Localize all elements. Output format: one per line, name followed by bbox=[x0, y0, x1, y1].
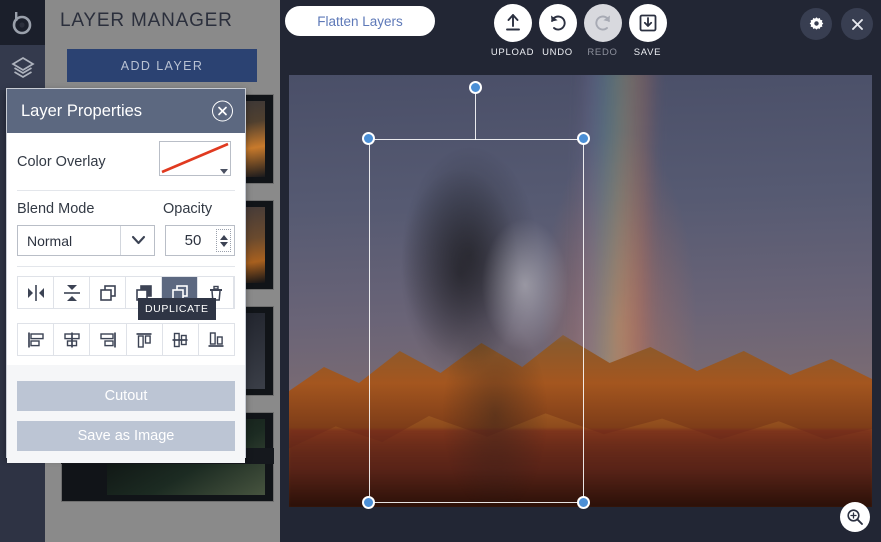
align-middle-icon bbox=[172, 332, 188, 347]
select-divider bbox=[120, 226, 121, 255]
zoom-in-icon bbox=[847, 509, 863, 525]
save-button[interactable]: SAVE bbox=[625, 4, 670, 58]
dialog-actions: Cutout Save as Image bbox=[7, 365, 245, 463]
resize-handle-top-right[interactable] bbox=[577, 132, 590, 145]
upload-button[interactable]: UPLOAD bbox=[490, 4, 535, 58]
blend-mode-value: Normal bbox=[27, 232, 73, 249]
transform-tool-row: DUPLICATE bbox=[17, 276, 235, 320]
upload-icon bbox=[493, 4, 532, 42]
gear-icon bbox=[809, 16, 823, 30]
zoom-in-button[interactable] bbox=[840, 502, 870, 532]
window-controls bbox=[800, 8, 873, 40]
align-top-icon bbox=[136, 332, 152, 348]
align-bottom-button[interactable] bbox=[198, 324, 235, 355]
stepper-arrows[interactable] bbox=[216, 229, 231, 252]
color-overlay-label: Color Overlay bbox=[17, 153, 106, 170]
stepper-down-icon[interactable] bbox=[219, 241, 228, 247]
align-center-horizontal-icon bbox=[64, 332, 80, 347]
undo-button[interactable]: UNDO bbox=[535, 4, 580, 58]
add-layer-button[interactable]: ADD LAYER bbox=[67, 49, 257, 82]
dialog-title: Layer Properties bbox=[21, 101, 143, 120]
redo-icon bbox=[583, 4, 622, 42]
rotate-handle[interactable] bbox=[469, 81, 482, 94]
brand-logo-icon bbox=[0, 0, 45, 45]
flip-horizontal-button[interactable] bbox=[18, 277, 54, 308]
settings-button[interactable] bbox=[800, 8, 832, 40]
flatten-layers-button[interactable]: Flatten Layers bbox=[285, 6, 435, 36]
align-right-button[interactable] bbox=[90, 324, 127, 355]
redo-button[interactable]: REDO bbox=[580, 4, 625, 58]
top-toolbar: Flatten Layers UPLOAD UNDO REDO SAVE bbox=[280, 0, 881, 75]
toolbar-label: SAVE bbox=[633, 47, 662, 58]
align-middle-button[interactable] bbox=[162, 324, 199, 355]
close-button[interactable] bbox=[841, 8, 873, 40]
dialog-header: Layer Properties bbox=[7, 89, 245, 133]
page-title: LAYER MANAGER bbox=[60, 10, 233, 31]
image-editor-app: LAYER MANAGER ADD LAYER Layer Properties… bbox=[0, 0, 881, 542]
sidebar-item-layers[interactable] bbox=[0, 45, 45, 90]
flip-horizontal-icon bbox=[27, 284, 44, 301]
resize-handle-bottom-right[interactable] bbox=[577, 496, 590, 509]
align-center-horizontal-button[interactable] bbox=[54, 324, 91, 355]
bring-forward-button[interactable] bbox=[90, 277, 126, 308]
align-left-icon bbox=[27, 332, 44, 347]
align-right-icon bbox=[100, 332, 116, 347]
close-icon[interactable] bbox=[212, 100, 233, 122]
blend-opacity-row: Blend Mode Opacity Normal 50 bbox=[17, 191, 235, 267]
close-icon bbox=[851, 18, 863, 30]
color-overlay-row: Color Overlay bbox=[17, 133, 235, 191]
color-overlay-swatch[interactable] bbox=[159, 141, 231, 176]
opacity-stepper[interactable]: 50 bbox=[165, 225, 235, 256]
bring-forward-icon bbox=[99, 284, 116, 301]
flip-vertical-icon bbox=[63, 284, 80, 301]
save-as-image-button[interactable]: Save as Image bbox=[17, 421, 235, 451]
undo-icon bbox=[538, 4, 577, 42]
tooltip: DUPLICATE bbox=[138, 298, 216, 320]
align-top-button[interactable] bbox=[126, 324, 163, 355]
blend-mode-label: Blend Mode bbox=[17, 201, 95, 217]
stepper-up-icon[interactable] bbox=[219, 234, 228, 240]
resize-handle-bottom-left[interactable] bbox=[362, 496, 375, 509]
save-icon bbox=[628, 4, 667, 42]
align-left-button[interactable] bbox=[18, 324, 55, 355]
toolbar-label: UNDO bbox=[542, 47, 573, 58]
dialog-body: Color Overlay Blend Mode Opacity Normal bbox=[7, 133, 245, 356]
opacity-value: 50 bbox=[184, 232, 202, 249]
rotation-line bbox=[475, 93, 477, 140]
flip-vertical-button[interactable] bbox=[54, 277, 90, 308]
blend-mode-select[interactable]: Normal bbox=[17, 225, 155, 256]
chevron-down-icon bbox=[220, 169, 228, 174]
align-bottom-icon bbox=[208, 331, 224, 347]
opacity-label: Opacity bbox=[163, 201, 213, 217]
toolbar-action-group: UPLOAD UNDO REDO SAVE bbox=[490, 4, 670, 58]
toolbar-label: UPLOAD bbox=[490, 47, 535, 58]
resize-handle-top-left[interactable] bbox=[362, 132, 375, 145]
cutout-button[interactable]: Cutout bbox=[17, 381, 235, 411]
layer-properties-dialog: Layer Properties Color Overlay Blend Mod… bbox=[6, 88, 246, 463]
selection-box[interactable] bbox=[369, 139, 584, 503]
toolbar-label: REDO bbox=[587, 47, 618, 58]
align-tool-row bbox=[17, 323, 235, 356]
chevron-down-icon bbox=[131, 232, 146, 250]
layers-stack-icon bbox=[10, 56, 35, 78]
